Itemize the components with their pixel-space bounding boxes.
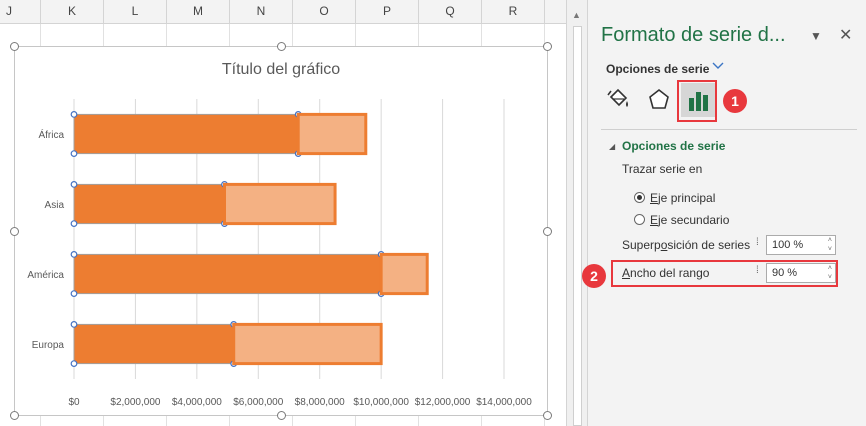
bar-series-1-américa[interactable]	[73, 253, 382, 295]
highlight-box-series-options-icon	[677, 80, 717, 122]
column-header-j[interactable]: J	[0, 0, 41, 23]
overlap-label-pre: Superp	[622, 238, 661, 252]
column-header-k[interactable]: K	[41, 0, 104, 23]
column-header-o[interactable]: O	[293, 0, 356, 23]
step-badge-2: 2	[582, 264, 606, 288]
chart-resize-handle-bottom-middle[interactable]	[277, 411, 286, 420]
bar-series-1-asia[interactable]	[73, 183, 225, 225]
collapse-triangle-icon[interactable]: ◢	[609, 142, 615, 151]
chevron-down-icon[interactable]: ▼	[810, 29, 822, 43]
chart-title: Título del gráfico	[222, 61, 340, 78]
y-category-label: Asia	[45, 200, 65, 211]
bar-selection-marker[interactable]	[70, 290, 78, 298]
bar-selection-marker[interactable]	[70, 110, 78, 118]
x-tick-label: $10,000,000	[353, 397, 409, 408]
close-icon[interactable]: ✕	[839, 25, 852, 45]
x-tick-label: $8,000,000	[295, 397, 345, 408]
pentagon-effects-icon[interactable]	[644, 85, 674, 115]
bar-selection-marker[interactable]	[70, 250, 78, 258]
series-overlap-input[interactable]: 100 % ˄ ˅	[766, 235, 836, 255]
plot-series-on-label: Trazar serie en	[622, 162, 703, 176]
bar-series-1-áfrica[interactable]	[73, 113, 299, 155]
chart-resize-handle-top-middle[interactable]	[277, 42, 286, 51]
column-header-m[interactable]: M	[167, 0, 230, 23]
bar-series-1-europa[interactable]	[73, 323, 235, 365]
column-header-n[interactable]: N	[230, 0, 293, 23]
column-headers: JKLMNOPQR	[0, 0, 566, 24]
x-tick-label: $4,000,000	[172, 397, 222, 408]
scrollbar-thumb[interactable]	[573, 26, 582, 426]
secondary-axis-mnemonic: E	[650, 213, 659, 227]
section-title-series-options[interactable]: Opciones de serie	[622, 139, 725, 153]
bar-selection-marker[interactable]	[70, 321, 78, 328]
radio-selected-dot	[637, 195, 642, 200]
bar-selection-marker[interactable]	[70, 150, 78, 157]
y-category-label: América	[27, 270, 64, 281]
overlap-label-post: sición de series	[667, 238, 751, 252]
column-header-l[interactable]: L	[104, 0, 167, 23]
x-tick-label: $2,000,000	[110, 397, 160, 408]
chart-resize-handle-bottom-right[interactable]	[543, 411, 552, 420]
y-category-label: Europa	[32, 340, 65, 351]
chart-resize-handle-middle-right[interactable]	[543, 227, 552, 236]
primary-axis-radio[interactable]	[634, 192, 645, 203]
primary-axis-mnemonic: E	[650, 191, 659, 205]
chart-resize-handle-middle-left[interactable]	[10, 227, 19, 236]
chevron-down-icon[interactable]	[712, 60, 724, 73]
series-options-tab[interactable]: Opciones de serie	[606, 62, 709, 76]
bar-selection-marker[interactable]	[70, 360, 78, 368]
spin-arrows-icon[interactable]: ˄ ˅	[828, 236, 832, 254]
x-tick-label: $14,000,000	[476, 397, 532, 408]
secondary-axis-text: je secundario	[658, 213, 730, 227]
column-header-r[interactable]: R	[482, 0, 545, 23]
bar-selection-marker[interactable]	[70, 220, 78, 228]
series-overlap-label: Superposición de series	[622, 238, 750, 252]
secondary-axis-label[interactable]: Eje secundario	[650, 213, 729, 227]
chart-resize-handle-top-left[interactable]	[10, 42, 19, 51]
pane-title: Formato de serie d...	[601, 24, 786, 46]
spreadsheet-area[interactable]: JKLMNOPQR Título del gráfico $0 $2,000,000…	[0, 0, 566, 426]
bar-series-2-asia[interactable]	[223, 182, 337, 226]
format-series-pane: Formato de serie d... ▼ ✕ Opciones de se…	[588, 0, 866, 426]
scroll-up-arrow-icon[interactable]: ▲	[572, 10, 581, 20]
x-tick-label: $6,000,000	[233, 397, 283, 408]
primary-axis-label[interactable]: Eje principal	[650, 191, 715, 205]
chart-object[interactable]: Título del gráfico $0 $2,000,000 $4,000,000…	[14, 46, 548, 416]
bar-selection-marker[interactable]	[70, 180, 78, 188]
x-tick-label: $12,000,000	[415, 397, 471, 408]
series-overlap-slider[interactable]: ⁞	[756, 237, 759, 248]
primary-axis-text: je principal	[658, 191, 716, 205]
bar-series-2-europa[interactable]	[232, 322, 383, 366]
bar-series-2-américa[interactable]	[379, 252, 429, 296]
chart-canvas[interactable]: Título del gráfico $0 $2,000,000 $4,000,000…	[15, 47, 547, 415]
pane-divider	[601, 129, 857, 130]
paint-bucket-icon[interactable]	[603, 85, 633, 115]
series-overlap-value: 100 %	[772, 239, 804, 251]
x-tick-label: $0	[68, 397, 80, 408]
column-header-p[interactable]: P	[356, 0, 419, 23]
highlight-box-gap-width	[611, 260, 838, 287]
y-category-label: África	[38, 128, 64, 141]
chart-resize-handle-top-right[interactable]	[543, 42, 552, 51]
vertical-scrollbar[interactable]: ▲	[566, 0, 588, 426]
chart-resize-handle-bottom-left[interactable]	[10, 411, 19, 420]
step-badge-1: 1	[723, 89, 747, 113]
secondary-axis-radio[interactable]	[634, 214, 645, 225]
column-header-q[interactable]: Q	[419, 0, 482, 23]
bar-series-2-áfrica[interactable]	[296, 112, 368, 156]
